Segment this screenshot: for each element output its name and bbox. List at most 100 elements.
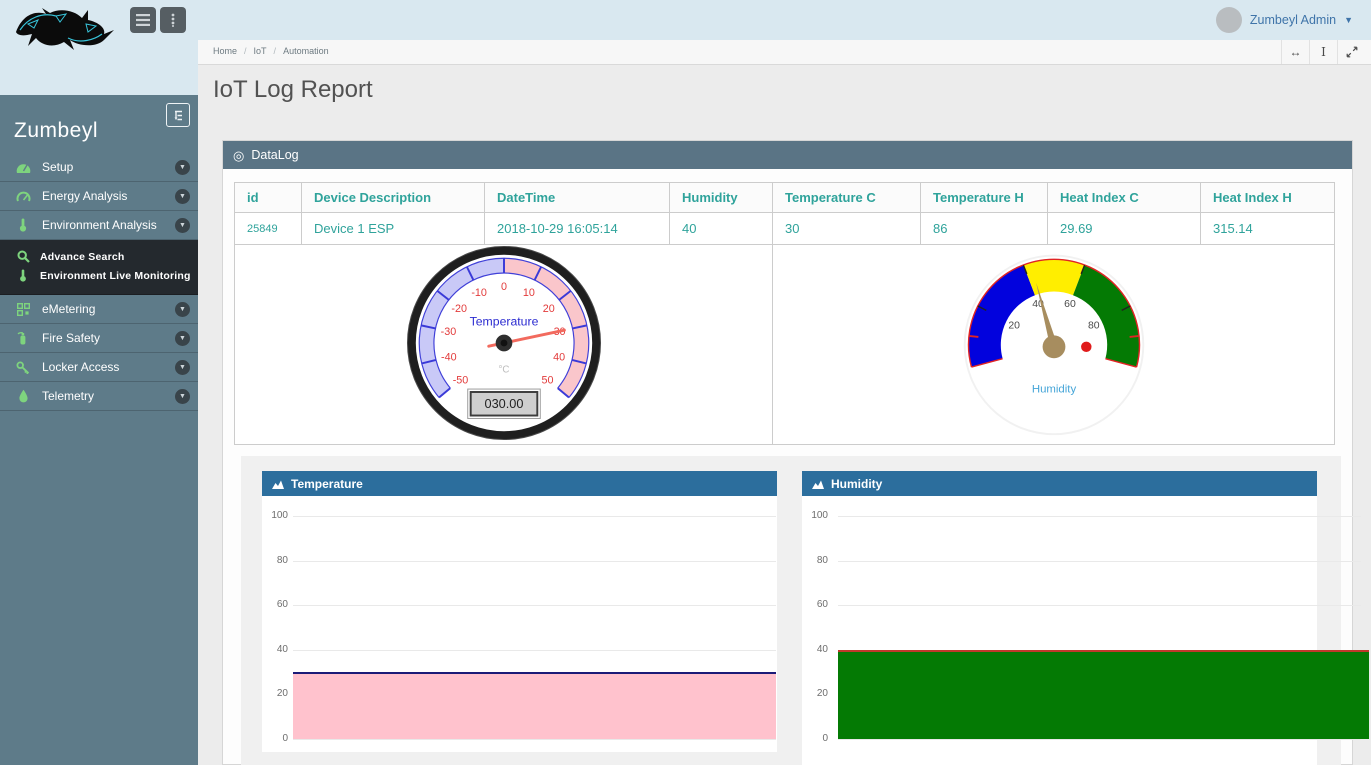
chevron-down-icon: ▼ [1344,15,1353,25]
sidebar-item-label: Telemetry [42,389,94,403]
temperature-gauge-cell: -50 -40 -30 -20 -10 0 10 20 30 40 50 [235,245,773,445]
sidebar-nav: Setup ▼ Energy Analysis ▼ Environment An… [0,153,198,411]
y-tick: 80 [262,555,288,566]
qr-code-icon [14,303,32,316]
topbar-more-button[interactable] [160,7,186,33]
chevron-down-icon[interactable]: ▼ [175,389,190,404]
sidebar-item-environment-analysis[interactable]: Environment Analysis ▼ [0,211,198,240]
sidebar-item-label: Environment Analysis [42,218,157,232]
gauge-title: Humidity [1031,383,1076,395]
sidebar-submenu-environment: Advance Search Environment Live Monitori… [0,240,198,295]
sidebar-item-emetering[interactable]: eMetering ▼ [0,295,198,324]
speedometer-icon [14,161,32,174]
tree-icon [172,109,185,122]
brand-name: Zumbeyl [14,119,98,142]
y-tick: 80 [802,555,828,566]
chart-title: Humidity [831,477,882,491]
cell-device-description: Device 1 ESP [302,213,485,245]
datalog-panel: ◎ DataLog id Device Description DateTime… [222,140,1353,765]
charts-panel: Temperature 100 80 60 40 20 0 [241,456,1341,765]
table-row: 25849 Device 1 ESP 2018-10-29 16:05:14 4… [235,213,1335,245]
datalog-panel-header: ◎ DataLog [223,141,1352,169]
key-icon [14,361,32,374]
sidebar-item-label: Fire Safety [42,331,100,345]
chevron-down-icon[interactable]: ▼ [175,189,190,204]
svg-text:60: 60 [1064,299,1076,310]
column-header-temperature-c: Temperature C [773,183,921,213]
chevron-down-icon[interactable]: ▼ [175,360,190,375]
cell-id: 25849 [235,213,302,245]
sidebar-toggle-button[interactable] [130,7,156,33]
column-header-heat-index-c: Heat Index C [1048,183,1201,213]
sidebar-item-advance-search[interactable]: Advance Search [0,247,198,266]
sidebar-item-label: Energy Analysis [42,189,127,203]
user-menu[interactable]: Zumbeyl Admin ▼ [1216,6,1353,34]
sidebar-subitem-label: Advance Search [40,251,125,263]
area-chart-icon [272,479,284,489]
y-tick: 60 [802,599,828,610]
datalog-table: id Device Description DateTime Humidity … [234,182,1335,445]
cell-datetime: 2018-10-29 16:05:14 [485,213,670,245]
gauge-lcd-readout: 030.00 [484,396,523,411]
sidebar-item-environment-live-monitoring[interactable]: Environment Live Monitoring [0,266,198,285]
horizontal-resize-icon[interactable]: ↔ [1281,40,1309,64]
sidebar-item-energy-analysis[interactable]: Energy Analysis ▼ [0,182,198,211]
chevron-down-icon[interactable]: ▼ [175,331,190,346]
svg-text:-20: -20 [451,303,467,315]
sidebar-item-locker-access[interactable]: Locker Access ▼ [0,353,198,382]
column-header-datetime: DateTime [485,183,670,213]
cell-humidity: 40 [670,213,773,245]
svg-text:50: 50 [541,374,553,386]
sidebar-item-setup[interactable]: Setup ▼ [0,153,198,182]
svg-text:-10: -10 [471,287,487,299]
y-tick: 100 [262,510,288,521]
sidebar-item-fire-safety[interactable]: Fire Safety ▼ [0,324,198,353]
column-header-humidity: Humidity [670,183,773,213]
breadcrumb-iot[interactable]: IoT [254,46,267,56]
column-header-heat-index-h: Heat Index H [1201,183,1335,213]
kebab-icon [170,13,176,27]
humidity-chart-header: Humidity [802,471,1317,496]
target-icon: ◎ [233,149,244,162]
svg-text:10: 10 [522,287,534,299]
svg-text:20: 20 [542,303,554,315]
breadcrumb: Home / IoT / Automation [213,46,329,56]
sidebar-item-telemetry[interactable]: Telemetry ▼ [0,382,198,411]
fire-extinguisher-icon [14,331,32,345]
brand-logo[interactable] [8,2,120,58]
fullscreen-icon[interactable] [1337,40,1365,64]
svg-text:-40: -40 [441,352,457,364]
gauge-unit: °C [498,364,509,375]
table-header-row: id Device Description DateTime Humidity … [235,183,1335,213]
humidity-gauge-cell: 20 40 60 80 Humidity [773,245,1335,445]
vertical-ibeam-icon[interactable]: I [1309,40,1337,64]
sidebar-brand-row: Zumbeyl [0,95,198,153]
topbar: Zumbeyl Admin ▼ [0,0,1371,40]
breadcrumb-separator: / [244,46,247,56]
chart-title: Temperature [291,477,363,491]
temperature-area-series [293,672,776,739]
chevron-down-icon[interactable]: ▼ [175,218,190,233]
column-header-id: id [235,183,302,213]
sidebar-item-label: Setup [42,160,73,174]
breadcrumb-current: Automation [283,46,329,56]
chevron-down-icon[interactable]: ▼ [175,160,190,175]
y-tick: 100 [802,510,828,521]
column-header-device-description: Device Description [302,183,485,213]
y-tick: 0 [802,733,828,744]
sidebar-subitem-label: Environment Live Monitoring [40,270,191,282]
sidebar-tree-toggle-button[interactable] [166,103,190,127]
y-tick: 20 [262,688,288,699]
breadcrumb-bar: Home / IoT / Automation ↔ I [198,40,1371,65]
temperature-plot: 100 80 60 40 20 0 [262,496,777,752]
y-tick: 60 [262,599,288,610]
app-root: Zumbeyl Admin ▼ Zumbeyl [0,0,1371,765]
avatar [1216,7,1242,33]
cell-temperature-h: 86 [921,213,1048,245]
chevron-down-icon[interactable]: ▼ [175,302,190,317]
breadcrumb-home[interactable]: Home [213,46,237,56]
user-name: Zumbeyl Admin [1250,13,1336,27]
menu-icon [136,14,150,26]
gauge-row: -50 -40 -30 -20 -10 0 10 20 30 40 50 [235,245,1335,445]
y-tick: 40 [802,644,828,655]
